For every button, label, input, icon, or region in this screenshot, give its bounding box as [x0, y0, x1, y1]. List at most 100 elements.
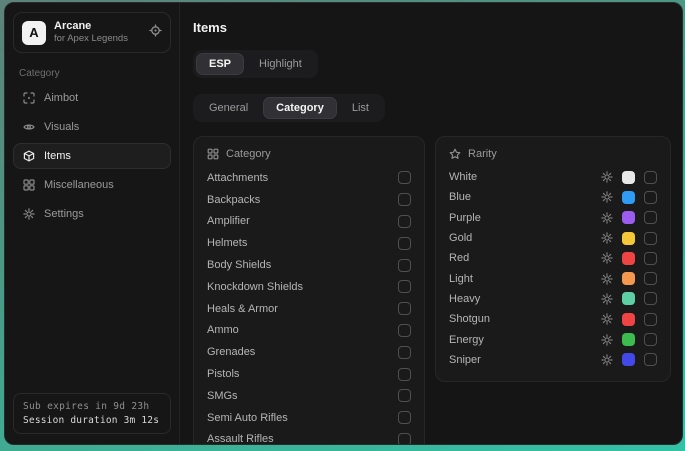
esp-mode-toggle: ESPHighlight — [193, 50, 318, 78]
sidebar-item-items[interactable]: Items — [13, 143, 171, 169]
category-checkbox[interactable] — [398, 259, 411, 272]
gear-icon[interactable] — [601, 313, 613, 325]
rarity-color-swatch[interactable] — [622, 232, 635, 245]
sidebar-item-aimbot[interactable]: Aimbot — [13, 85, 171, 111]
rarity-color-swatch[interactable] — [622, 292, 635, 305]
rarity-checkbox[interactable] — [644, 232, 657, 245]
category-row: Backpacks — [207, 189, 411, 211]
target-icon[interactable] — [149, 24, 162, 42]
app-logo: A — [22, 21, 46, 45]
rarity-color-swatch[interactable] — [622, 191, 635, 204]
sidebar-item-label: Aimbot — [44, 92, 78, 104]
sidebar: A Arcane for Apex Legends Category Aimbo… — [5, 3, 180, 444]
sidebar-item-visuals[interactable]: Visuals — [13, 114, 171, 140]
tab-general[interactable]: General — [196, 97, 261, 119]
category-checkbox[interactable] — [398, 346, 411, 359]
category-row: Pistols — [207, 363, 411, 385]
category-checkbox[interactable] — [398, 302, 411, 315]
category-checkbox[interactable] — [398, 368, 411, 381]
box-icon — [23, 150, 35, 162]
sidebar-item-settings[interactable]: Settings — [13, 201, 171, 227]
rarity-checkbox[interactable] — [644, 252, 657, 265]
rarity-row: Red — [449, 248, 657, 268]
rarity-color-swatch[interactable] — [622, 252, 635, 265]
app-window: A Arcane for Apex Legends Category Aimbo… — [4, 2, 683, 445]
app-subtitle: for Apex Legends — [54, 33, 141, 45]
category-row-label: Knockdown Shields — [207, 281, 303, 293]
rarity-panel-header: Rarity — [449, 148, 657, 160]
category-checkbox[interactable] — [398, 193, 411, 206]
gear-icon[interactable] — [601, 232, 613, 244]
layout-icon — [23, 179, 35, 191]
category-checkbox[interactable] — [398, 389, 411, 402]
page-title: Items — [193, 20, 671, 35]
rarity-row: Heavy — [449, 289, 657, 309]
star-icon — [449, 148, 461, 160]
category-checkbox[interactable] — [398, 433, 411, 444]
sidebar-item-label: Settings — [44, 208, 84, 220]
rarity-checkbox[interactable] — [644, 211, 657, 224]
category-row: Amplifier — [207, 211, 411, 233]
gear-icon[interactable] — [601, 191, 613, 203]
session-duration-text: Session duration 3m 12s — [23, 415, 161, 426]
mode-esp[interactable]: ESP — [196, 53, 244, 75]
category-row-label: SMGs — [207, 390, 238, 402]
category-row-label: Backpacks — [207, 194, 260, 206]
gear-icon[interactable] — [601, 212, 613, 224]
rarity-row-label: Energy — [449, 334, 484, 346]
gear-icon[interactable] — [601, 273, 613, 285]
category-checkbox[interactable] — [398, 215, 411, 228]
category-checkbox[interactable] — [398, 171, 411, 184]
rarity-color-swatch[interactable] — [622, 171, 635, 184]
sidebar-item-miscellaneous[interactable]: Miscellaneous — [13, 172, 171, 198]
category-checkbox[interactable] — [398, 280, 411, 293]
main-content: Items ESPHighlight GeneralCategoryList C… — [180, 3, 682, 444]
rarity-checkbox[interactable] — [644, 272, 657, 285]
tab-category[interactable]: Category — [263, 97, 337, 119]
rarity-color-swatch[interactable] — [622, 333, 635, 346]
rarity-checkbox[interactable] — [644, 191, 657, 204]
category-row-label: Heals & Armor — [207, 303, 278, 315]
gear-icon[interactable] — [601, 171, 613, 183]
rarity-row: Blue — [449, 187, 657, 207]
category-row-label: Ammo — [207, 324, 239, 336]
panels-row: Category AttachmentsBackpacksAmplifierHe… — [193, 136, 671, 444]
category-row: Semi Auto Rifles — [207, 407, 411, 429]
category-row-label: Assault Rifles — [207, 433, 274, 444]
rarity-color-swatch[interactable] — [622, 313, 635, 326]
sidebar-item-label: Miscellaneous — [44, 179, 114, 191]
gear-icon — [23, 208, 35, 220]
sub-expires-text: Sub expires in 9d 23h — [23, 401, 161, 412]
rarity-checkbox[interactable] — [644, 353, 657, 366]
category-checkbox[interactable] — [398, 237, 411, 250]
eye-icon — [23, 121, 35, 133]
category-row-label: Grenades — [207, 346, 255, 358]
category-panel: Category AttachmentsBackpacksAmplifierHe… — [193, 136, 425, 444]
rarity-color-swatch[interactable] — [622, 272, 635, 285]
category-checkbox[interactable] — [398, 324, 411, 337]
sidebar-nav: Aimbot Visuals Items Miscellaneous Settings — [13, 85, 171, 227]
crosshair-icon — [23, 92, 35, 104]
sidebar-item-label: Visuals — [44, 121, 79, 133]
rarity-color-swatch[interactable] — [622, 353, 635, 366]
rarity-checkbox[interactable] — [644, 171, 657, 184]
rarity-color-swatch[interactable] — [622, 211, 635, 224]
rarity-rows: WhiteBluePurpleGoldRedLightHeavyShotgunE… — [449, 167, 657, 370]
category-row: Heals & Armor — [207, 298, 411, 320]
subscription-info-card: Sub expires in 9d 23h Session duration 3… — [13, 393, 171, 434]
rarity-checkbox[interactable] — [644, 333, 657, 346]
gear-icon[interactable] — [601, 293, 613, 305]
category-checkbox[interactable] — [398, 411, 411, 424]
gear-icon[interactable] — [601, 354, 613, 366]
gear-icon[interactable] — [601, 334, 613, 346]
rarity-panel-title: Rarity — [468, 148, 497, 160]
tab-list[interactable]: List — [339, 97, 382, 119]
rarity-row-label: Shotgun — [449, 313, 490, 325]
category-row-label: Semi Auto Rifles — [207, 412, 288, 424]
rarity-checkbox[interactable] — [644, 313, 657, 326]
rarity-checkbox[interactable] — [644, 292, 657, 305]
rarity-panel: Rarity WhiteBluePurpleGoldRedLightHeavyS… — [435, 136, 671, 382]
gear-icon[interactable] — [601, 252, 613, 264]
mode-highlight[interactable]: Highlight — [246, 53, 315, 75]
rarity-row-label: Blue — [449, 191, 471, 203]
